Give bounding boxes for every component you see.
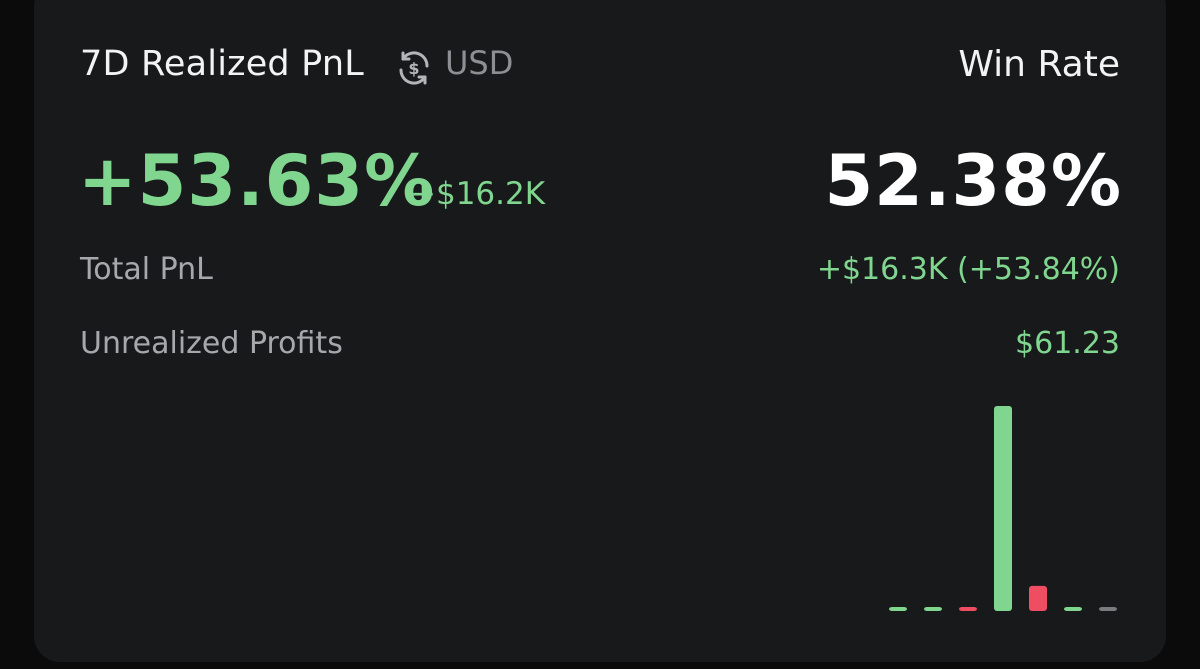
- chart-bar-d1[interactable]: [889, 607, 907, 611]
- chart-bar-d3[interactable]: [959, 607, 977, 611]
- currency-toggle[interactable]: USD: [445, 44, 513, 82]
- total-pnl-label: Total PnL: [80, 252, 213, 287]
- chart-bar-d5[interactable]: [1029, 585, 1047, 611]
- chart-bar-d6[interactable]: [1064, 607, 1082, 611]
- unrealized-profits-label: Unrealized Profits: [80, 326, 343, 361]
- win-rate-label: Win Rate: [958, 44, 1120, 85]
- daily-pnl-bar-chart: [889, 406, 1117, 611]
- svg-text:$: $: [408, 59, 419, 78]
- chart-bar-d2[interactable]: [924, 607, 942, 611]
- realized-pnl-percent: +53.63%: [78, 140, 436, 222]
- realized-pnl-amount: +$16.2K: [410, 176, 546, 212]
- dollar-cycle-icon[interactable]: $: [394, 48, 434, 88]
- chart-bar-d4[interactable]: [994, 406, 1012, 611]
- realized-pnl-title: 7D Realized PnL: [80, 44, 364, 84]
- win-rate-value: 52.38%: [824, 140, 1122, 222]
- unrealized-profits-value: $61.23: [1015, 326, 1120, 361]
- total-pnl-value: +$16.3K (+53.84%): [816, 252, 1120, 287]
- chart-bar-d7[interactable]: [1099, 607, 1117, 611]
